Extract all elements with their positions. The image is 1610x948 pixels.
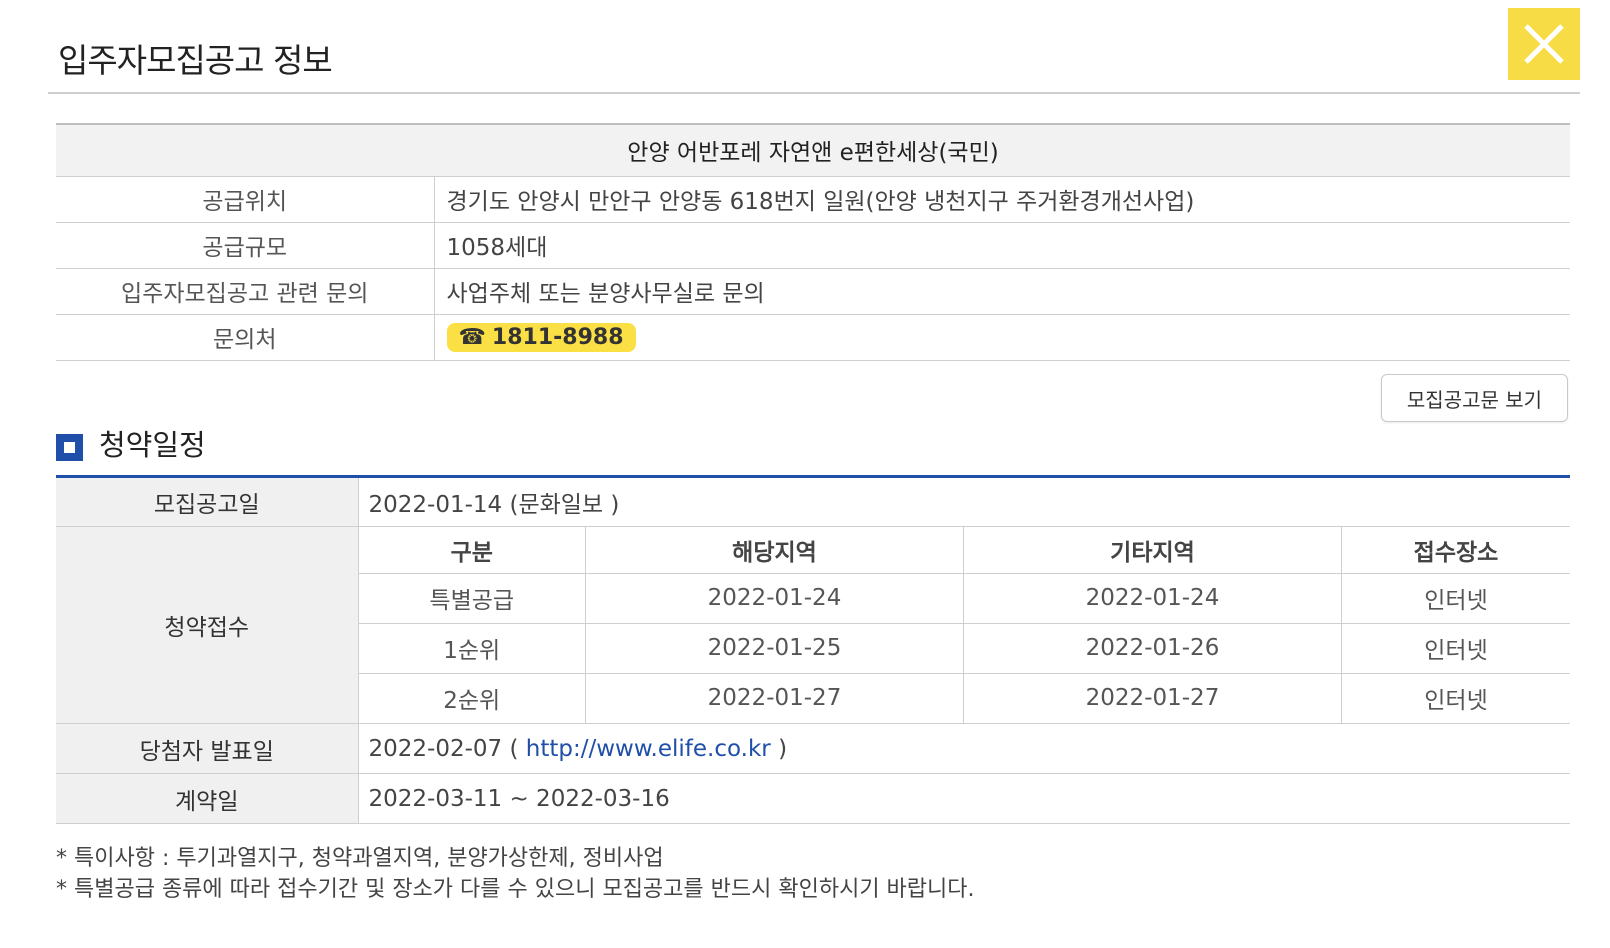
column-header: 구분 [358,527,586,574]
table-cell: 2022-01-27 [963,673,1342,723]
table-cell: 인터넷 [1424,688,1488,715]
table-row: 모집공고일 2022-01-14 (문화일보 ) [56,476,1570,527]
supply-location-label: 공급위치 [56,176,435,223]
table-row: 입주자모집공고 관련 문의 사업주체 또는 분양사무실로 문의 [56,268,1570,315]
section-header: 청약일정 [56,422,206,464]
table-cell: 2022-01-25 [585,623,964,674]
table-cell: 2022-01-24 [585,573,964,624]
table-cell: 1순위 [358,623,586,674]
announcement-date-value: 2022-01-14 (문화일보 ) [358,476,1570,527]
winner-announcement-label: 당첨자 발표일 [56,723,359,774]
supply-location-value: 경기도 안양시 만안구 안양동 618번지 일원(안양 냉천지구 주거환경개선사… [434,176,1570,223]
winner-date: 2022-02-07 ( [368,735,519,762]
schedule-table: 모집공고일 2022-01-14 (문화일보 ) 청약접수 구분 해당지역 기타… [56,475,1570,824]
phone-number: 1811-8988 [491,324,624,350]
page-title: 입주자모집공고 정보 [58,41,333,80]
subscription-table: 구분 해당지역 기타지역 접수장소 특별공급 2022-01-24 2022-0… [358,527,1571,723]
table-header-row: 구분 해당지역 기타지역 접수장소 [358,527,1570,574]
table-row: 2순위 2022-01-27 2022-01-27 인터넷 [358,673,1571,723]
note-item: * 특별공급 종류에 따라 접수기간 및 장소가 다를 수 있으니 모집공고를 … [56,877,975,902]
column-header: 접수장소 [1341,527,1570,574]
complex-name: 안양 어반포레 자연앤 e편한세상(국민) [56,124,1570,177]
phone-number-badge[interactable]: ☎ 1811-8988 [446,322,636,352]
table-row: 공급위치 경기도 안양시 만안구 안양동 618번지 일원(안양 냉천지구 주거… [56,176,1570,223]
table-row: 1순위 2022-01-25 2022-01-26 인터넷 [358,623,1570,674]
inquiry-value: 사업주체 또는 분양사무실로 문의 [434,268,1570,315]
notes: * 특이사항 : 투기과열지구, 청약과열지역, 분양가상한제, 정비사업 * … [56,843,975,905]
subscription-label: 청약접수 [56,526,359,724]
square-bullet-icon [56,433,83,461]
table-cell: 특별공급 [358,573,586,624]
close-icon [1524,24,1564,64]
table-row: 계약일 2022-03-11 ~ 2022-03-16 [56,773,1570,824]
table-cell: 인터넷 [1341,623,1570,674]
table-row: 당첨자 발표일 2022-02-07 ( http://www.elife.co… [56,723,1570,774]
winner-announcement-value: 2022-02-07 ( http://www.elife.co.kr ) [358,723,1570,774]
announcement-date-label: 모집공고일 [56,476,359,527]
column-header: 기타지역 [963,527,1342,574]
subscription-detail-cell: 구분 해당지역 기타지역 접수장소 특별공급 2022-01-24 2022-0… [358,526,1571,724]
section-title: 청약일정 [99,428,206,462]
title-divider [48,92,1580,94]
table-cell: 2022-01-27 [585,673,964,723]
view-notice-button[interactable]: 모집공고문 보기 [1381,374,1568,422]
supply-scale-value: 1058세대 [434,222,1570,269]
table-cell: 2순위 [358,673,586,723]
inquiry-label: 입주자모집공고 관련 문의 [56,268,435,315]
close-button[interactable] [1508,8,1580,80]
contract-date-label: 계약일 [56,773,359,824]
table-row: 특별공급 2022-01-24 2022-01-24 인터넷 [358,573,1570,624]
contact-label: 문의처 [56,314,435,361]
table-row: 문의처 ☎ 1811-8988 [56,314,1570,361]
contract-date-value: 2022-03-11 ~ 2022-03-16 [358,773,1570,824]
winner-close-paren: ) [778,735,788,762]
note-item: * 특이사항 : 투기과열지구, 청약과열지역, 분양가상한제, 정비사업 [56,846,664,871]
table-row: 공급규모 1058세대 [56,222,1570,269]
table-cell: 2022-01-26 [963,623,1342,674]
contact-value-cell: ☎ 1811-8988 [434,314,1570,361]
table-row: 청약접수 구분 해당지역 기타지역 접수장소 특별공급 2022-01-24 2… [56,526,1571,724]
table-cell: 인터넷 [1341,573,1570,624]
complex-name-row: 안양 어반포레 자연앤 e편한세상(국민) [56,124,1570,177]
supply-info-table: 안양 어반포레 자연앤 e편한세상(국민) 공급위치 경기도 안양시 만안구 안… [56,123,1570,361]
table-cell: 2022-01-24 [963,573,1342,624]
winner-link[interactable]: http://www.elife.co.kr [526,736,771,762]
phone-icon: ☎ [458,324,486,350]
supply-scale-label: 공급규모 [56,222,435,269]
column-header: 해당지역 [585,527,964,574]
